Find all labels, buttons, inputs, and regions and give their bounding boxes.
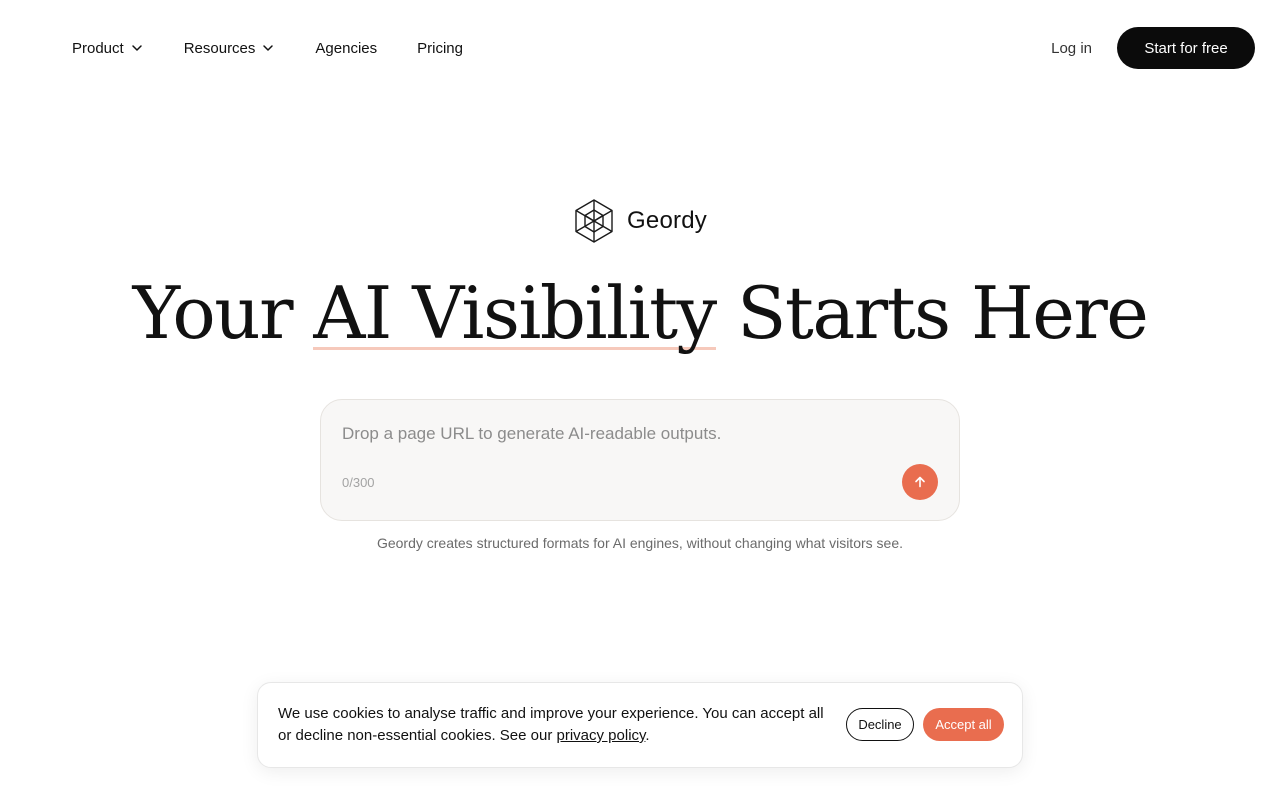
- hero-title-highlight: AI Visibility: [313, 271, 717, 355]
- nav-menu: Product Resources Agencies Pricing: [72, 36, 503, 60]
- hero-title-suffix: Starts Here: [715, 271, 1149, 355]
- nav-item-label: Product: [72, 39, 124, 57]
- decline-cookies-button[interactable]: Decline: [846, 708, 914, 741]
- url-input[interactable]: [342, 422, 932, 446]
- nav-item-pricing[interactable]: Pricing: [417, 36, 463, 60]
- brand-name: Geordy: [627, 207, 707, 234]
- nav-item-label: Resources: [183, 39, 256, 57]
- character-counter: 0/300: [342, 475, 375, 490]
- url-input-card: 0/300: [320, 399, 960, 521]
- chevron-down-icon: [261, 41, 275, 55]
- nav-item-agencies[interactable]: Agencies: [315, 36, 377, 60]
- cookie-banner: We use cookies to analyse traffic and im…: [257, 682, 1023, 768]
- nav-item-label: Agencies: [315, 39, 378, 57]
- brand: Geordy: [0, 198, 1280, 244]
- start-for-free-button[interactable]: Start for free: [1117, 27, 1255, 69]
- nav-item-resources[interactable]: Resources: [184, 36, 276, 60]
- nav-item-product[interactable]: Product: [72, 36, 144, 60]
- cookie-message-end: .: [645, 727, 650, 744]
- hero-title: Your AI Visibility Starts Here: [0, 268, 1280, 358]
- accept-all-cookies-button[interactable]: Accept all: [923, 708, 1004, 741]
- hero-title-prefix: Your: [132, 271, 314, 355]
- top-nav: Product Resources Agencies Pricing Log i…: [0, 0, 1280, 96]
- nav-item-label: Pricing: [417, 39, 463, 57]
- geordy-cube-logo-icon: [573, 198, 615, 244]
- chevron-down-icon: [130, 41, 144, 55]
- page: Product Resources Agencies Pricing Log i…: [0, 0, 1280, 800]
- submit-url-button[interactable]: [902, 464, 938, 500]
- cookie-message: We use cookies to analyse traffic and im…: [278, 703, 838, 747]
- privacy-policy-link[interactable]: privacy policy: [557, 727, 646, 744]
- cookie-message-text: We use cookies to analyse traffic and im…: [278, 705, 824, 744]
- hero-caption: Geordy creates structured formats for AI…: [376, 535, 904, 551]
- login-link[interactable]: Log in: [1051, 40, 1092, 57]
- arrow-up-icon: [913, 475, 927, 489]
- nav-actions: Log in Start for free: [1051, 27, 1255, 69]
